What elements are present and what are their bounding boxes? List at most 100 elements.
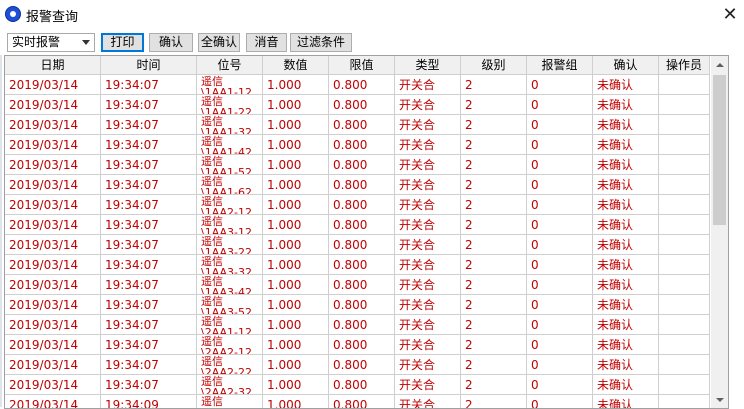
scroll-thumb[interactable] [713,75,726,225]
location-line-2: \1AA3-22 [201,246,253,255]
value-cell: 1.000 [263,75,329,95]
scroll-up-icon[interactable] [711,56,728,73]
chevron-down-icon[interactable] [82,40,90,45]
level-cell: 2 [461,115,527,135]
level-cell: 2 [461,235,527,255]
type-cell: 开关合 [395,235,461,255]
type-header[interactable]: 类型 [395,56,461,75]
date-cell: 2019/03/14 [5,315,101,335]
location-line-2: \1AA2-12 [201,206,253,215]
alarm-group-cell: 0 [527,315,593,335]
table-row[interactable]: 2019/03/14 19:34:07 遥信 \1AA3-32 1.000 0.800 开关… [5,255,710,275]
alarm-group-cell: 0 [527,335,593,355]
table-row[interactable]: 2019/03/14 19:34:07 遥信 \2AA2-12 1.000 0.800 开关… [5,335,710,355]
value-cell: 1.000 [263,235,329,255]
time-cell: 19:34:07 [101,215,197,235]
date-cell: 2019/03/14 [5,175,101,195]
filter-conditions-button[interactable]: 过滤条件 [290,33,352,52]
operator-cell [659,135,710,155]
limit-cell: 0.800 [329,95,395,115]
ack-header[interactable]: 确认 [593,56,659,75]
toolbar: 实时报警 打印 确认 全确认 消音 过滤条件 [0,31,744,55]
scroll-down-icon[interactable] [711,391,728,408]
time-cell: 19:34:07 [101,75,197,95]
type-cell: 开关合 [395,355,461,375]
alarm-mode-select[interactable]: 实时报警 [7,33,95,52]
location-line-2: \1AA3-52 [201,306,253,315]
date-cell: 2019/03/14 [5,375,101,395]
confirm-button[interactable]: 确认 [149,33,193,52]
ack-cell: 未确认 [593,115,659,135]
limit-header[interactable]: 限值 [329,56,395,75]
table-row[interactable]: 2019/03/14 19:34:07 遥信 \1AA3-52 1.000 0.800 开关… [5,295,710,315]
location-line-2: \1AA1-22 [201,106,253,115]
date-cell: 2019/03/14 [5,295,101,315]
operator-cell [659,315,710,335]
table-row[interactable]: 2019/03/14 19:34:07 遥信 \2AA1-12 1.000 0.800 开关… [5,315,710,335]
level-cell: 2 [461,135,527,155]
mute-button[interactable]: 消音 [246,33,287,52]
type-cell: 开关合 [395,215,461,235]
table-row[interactable]: 2019/03/14 19:34:07 遥信 \2AA2-32 1.000 0.800 开关… [5,375,710,395]
ack-cell: 未确认 [593,75,659,95]
alarm-mode-value: 实时报警 [12,35,61,49]
table-row[interactable]: 2019/03/14 19:34:07 遥信 \1AA3-42 1.000 0.800 开关… [5,275,710,295]
table-row[interactable]: 2019/03/14 19:34:07 遥信 \1AA1-12 1.000 0.800 开关… [5,75,710,95]
table-row[interactable]: 2019/03/14 19:34:07 遥信 \1AA2-12 1.000 0.800 开关… [5,195,710,215]
table-row[interactable]: 2019/03/14 19:34:07 遥信 \1AA1-32 1.000 0.800 开关… [5,115,710,135]
operator-header[interactable]: 操作员 [659,56,710,75]
value-cell: 1.000 [263,355,329,375]
ack-cell: 未确认 [593,375,659,395]
ack-cell: 未确认 [593,295,659,315]
table-row[interactable]: 2019/03/14 19:34:07 遥信 \1AA1-42 1.000 0.800 开关… [5,135,710,155]
alarm-group-cell: 0 [527,255,593,275]
date-cell: 2019/03/14 [5,275,101,295]
location-line-2: \1AA1-62 [201,186,253,195]
location-line-2: \1AA3-12 [201,226,253,235]
location-cell: 遥信 \1AA2-12 [197,195,263,215]
time-header[interactable]: 时间 [101,56,197,75]
alarm-group-cell: 0 [527,275,593,295]
location-line-2: \1AA1-32 [201,126,253,135]
table-header: 日期 时间 位号 数值 限值 类型 级别 报警组 确认 操作员 [5,56,710,75]
value-cell: 1.000 [263,115,329,135]
print-button[interactable]: 打印 [101,33,144,52]
close-button[interactable]: ✕ [716,0,744,28]
operator-cell [659,255,710,275]
location-header[interactable]: 位号 [197,56,263,75]
alarm-group-header[interactable]: 报警组 [527,56,593,75]
date-cell: 2019/03/14 [5,155,101,175]
limit-cell: 0.800 [329,255,395,275]
alarm-table: 日期 时间 位号 数值 限值 类型 级别 报警组 确认 操作员 2019/03/14 19:34:0… [4,55,729,409]
location-line-2: \2AA1-12 [201,326,253,335]
table-row[interactable]: 2019/03/14 19:34:07 遥信 \1AA1-52 1.000 0.800 开关… [5,155,710,175]
alarm-group-cell: 0 [527,155,593,175]
level-header[interactable]: 级别 [461,56,527,75]
table-row[interactable]: 2019/03/14 19:34:07 遥信 \2AA2-22 1.000 0.800 开关… [5,355,710,375]
alarm-group-cell: 0 [527,75,593,95]
type-cell: 开关合 [395,335,461,355]
operator-cell [659,195,710,215]
type-cell: 开关合 [395,375,461,395]
location-cell: 遥信 \1AA3-22 [197,235,263,255]
date-cell: 2019/03/14 [5,335,101,355]
value-cell: 1.000 [263,295,329,315]
table-row[interactable]: 2019/03/14 19:34:07 遥信 \1AA1-22 1.000 0.800 开关… [5,95,710,115]
vertical-scrollbar[interactable] [711,56,728,408]
confirm-all-button[interactable]: 全确认 [198,33,240,52]
table-row[interactable]: 2019/03/14 19:34:07 遥信 \1AA3-12 1.000 0.800 开关… [5,215,710,235]
operator-cell [659,95,710,115]
level-cell: 2 [461,295,527,315]
operator-cell [659,235,710,255]
ack-cell: 未确认 [593,315,659,335]
time-cell: 19:34:07 [101,295,197,315]
title-bar: 报警查询 ✕ [0,0,744,28]
value-header[interactable]: 数值 [263,56,329,75]
date-header[interactable]: 日期 [5,56,101,75]
table-row[interactable]: 2019/03/14 19:34:07 遥信 \1AA1-62 1.000 0.800 开关… [5,175,710,195]
limit-cell: 0.800 [329,275,395,295]
date-cell: 2019/03/14 [5,95,101,115]
table-row[interactable]: 2019/03/14 19:34:07 遥信 \1AA3-22 1.000 0.800 开关… [5,235,710,255]
level-cell: 2 [461,355,527,375]
value-cell: 1.000 [263,215,329,235]
